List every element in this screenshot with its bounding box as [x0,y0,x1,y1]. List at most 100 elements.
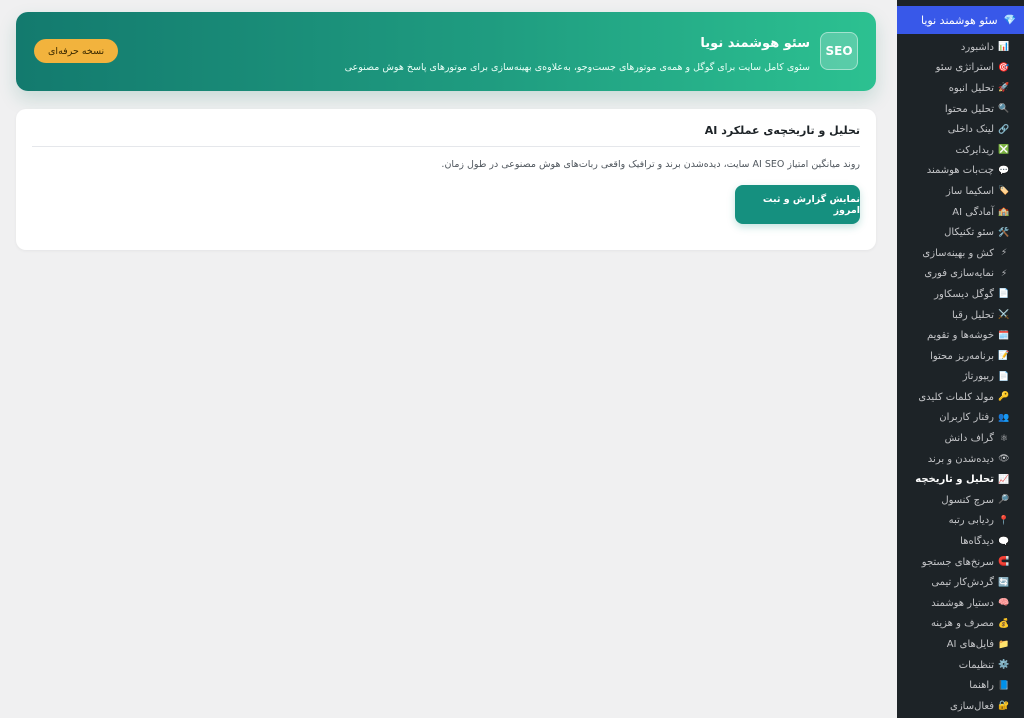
sidebar-item-label: استراتژی سئو [935,62,994,74]
sidebar-parent-menu[interactable]: 💎 سئو هوشمند نویا [897,6,1024,34]
sidebar-submenu: 📊 داشبورد 🎯 استراتژی سئو 🚀 تحلیل انبوه 🔍 تحلیل … [897,34,1024,717]
sidebar-item-icon: 📊 [998,42,1010,53]
sidebar-item[interactable]: 🗓️ خوشه‌ها و تقویم [897,325,1024,346]
sidebar-item[interactable]: 🎯 استراتژی سئو [897,58,1024,79]
sidebar-item-label: سرنخ‌های جستجو [921,556,994,568]
show-report-button[interactable]: نمایش گزارش و ثبت امروز [735,185,860,224]
sidebar-item-icon: 📄 [998,289,1010,300]
sidebar-item-label: فعال‌سازی [950,700,994,712]
sidebar-item[interactable]: 🛠️ سئو تکنیکال [897,222,1024,243]
sidebar-item[interactable]: 🔐 فعال‌سازی [897,696,1024,717]
sidebar-item[interactable]: 👥 رفتار کاربران [897,408,1024,429]
sidebar-item-icon: 📁 [998,639,1010,650]
sidebar-item-icon: 🚀 [998,83,1010,94]
sidebar-item[interactable]: ⚛ گراف دانش [897,428,1024,449]
sidebar-item-label: برنامه‌ریز محتوا [930,350,994,362]
sidebar-item-label: چت‌بات هوشمند [926,165,994,177]
sidebar-item-label: اسکیما ساز [946,185,994,197]
card-title: تحلیل و تاریخچه‌ی عملکرد AI [704,124,860,137]
sidebar-item-label: تنظیمات [958,659,994,671]
sidebar-item-label: تحلیل رقبا [952,309,994,321]
sidebar-item-icon: 🔗 [998,124,1010,135]
card-description: روند میانگین امتیاز AI SEO سایت، دیده‌شد… [441,159,860,170]
sidebar-item[interactable]: 🏫 آمادگی AI [897,202,1024,223]
sidebar-item-label: فایل‌های AI [946,639,994,651]
sidebar-item-icon: 🎯 [998,62,1010,73]
sidebar-item[interactable]: 👁 دیده‌شدن و برند [897,449,1024,470]
sidebar-item[interactable]: 🧠 دستیار هوشمند [897,593,1024,614]
plugin-header-banner: SEO سئو هوشمند نویا سئوی کامل سایت برای … [16,12,876,91]
sidebar-item[interactable]: 🔍 تحلیل محتوا [897,99,1024,120]
sidebar-item-icon: 🗓️ [998,330,1010,341]
sidebar-item-label: تحلیل و تاریخچه [915,474,994,486]
sidebar-item-icon: ⚛ [999,433,1009,444]
sidebar-item[interactable]: ⚡ کش و بهینه‌سازی [897,243,1024,264]
sidebar-item-icon: ⚔️ [998,310,1010,321]
sidebar-item-icon: 🔄 [998,577,1010,588]
sidebar-item-icon: 💬 [998,165,1010,176]
sidebar-item[interactable]: 📄 گوگل دیسکاور [897,284,1024,305]
sidebar-item[interactable]: ⚔️ تحلیل رقبا [897,305,1024,326]
sidebar-item-icon: ⚡ [1000,268,1008,279]
sidebar-item[interactable]: 🗨️ دیدگاه‌ها [897,531,1024,552]
sidebar-item-icon: 👥 [998,412,1010,423]
sidebar-item-icon: 🔎 [998,495,1010,506]
sidebar-item[interactable]: ⚙️ تنظیمات [897,655,1024,676]
sidebar-item-label: مصرف و هزینه [930,618,994,630]
main-content: SEO سئو هوشمند نویا سئوی کامل سایت برای … [0,0,897,718]
sidebar-item-label: آمادگی AI [952,206,994,218]
sidebar-item[interactable]: 🧲 سرنخ‌های جستجو [897,552,1024,573]
sidebar-item-label: راهنما [969,680,994,692]
sidebar-item[interactable]: 📊 داشبورد [897,37,1024,58]
sidebar-item[interactable]: 📁 فایل‌های AI [897,634,1024,655]
sidebar-item-icon: 💰 [998,618,1010,629]
sidebar-item-icon: 🧠 [998,598,1010,609]
sidebar-item[interactable]: 🔎 سرچ کنسول [897,490,1024,511]
sidebar-item-icon: ❎ [998,145,1010,156]
sidebar-item-label: نمایه‌سازی فوری [924,268,994,280]
sidebar-item-label: تحلیل محتوا [944,103,994,115]
sidebar-item[interactable]: 🔑 مولد کلمات کلیدی [897,387,1024,408]
sidebar-item-icon: 🗨️ [998,536,1010,547]
sidebar-item-icon: 📍 [998,515,1010,526]
sidebar-item[interactable]: 📘 راهنما [897,675,1024,696]
sidebar-item[interactable]: 🔄 گردش‌کار تیمی [897,572,1024,593]
sidebar-item[interactable]: 📄 ریپورتاژ [897,367,1024,388]
sidebar-item[interactable]: 📝 برنامه‌ریز محتوا [897,346,1024,367]
sidebar-item-icon: ⚙️ [998,660,1010,671]
sidebar-item-icon: ⚡ [1000,248,1008,259]
sidebar-item-label: کش و بهینه‌سازی [922,247,994,259]
sidebar-item-icon: 🛠️ [998,227,1010,238]
sidebar-item[interactable]: 📍 ردیابی رتبه [897,511,1024,532]
sidebar-item-label: دستیار هوشمند [931,597,994,609]
sidebar-item-icon: 🔑 [998,392,1010,403]
sidebar-item[interactable]: ❎ ریدایرکت [897,140,1024,161]
sidebar-item-label: گراف دانش [944,433,994,445]
sidebar-item[interactable]: 💬 چت‌بات هوشمند [897,161,1024,182]
sidebar-item-label: رفتار کاربران [939,412,994,424]
admin-sidebar: 💎 سئو هوشمند نویا 📊 داشبورد 🎯 استراتژی سئو 🚀… [897,0,1024,718]
sidebar-item[interactable]: 📈 تحلیل و تاریخچه [897,469,1024,490]
sidebar-item-icon: 🏷️ [998,186,1010,197]
sidebar-item-label: گردش‌کار تیمی [931,577,994,589]
sidebar-item[interactable]: ⚡ نمایه‌سازی فوری [897,264,1024,285]
sidebar-item-label: سرچ کنسول [941,494,994,506]
sidebar-item-label: ریدایرکت [955,144,994,156]
sidebar-item-icon: 🧲 [998,557,1010,568]
card-divider [32,146,860,147]
sidebar-item[interactable]: 🚀 تحلیل انبوه [897,78,1024,99]
sidebar-item-icon: 📈 [998,474,1010,485]
plugin-subtitle: سئوی کامل سایت برای گوگل و همه‌ی موتورها… [344,62,810,73]
sidebar-item-icon: 🔐 [998,701,1010,712]
sidebar-item-label: گوگل دیسکاور [934,288,994,300]
sidebar-item-label: لینک داخلی [947,124,994,136]
sidebar-item-label: ریپورتاژ [962,371,994,383]
sidebar-item-icon: 👁 [998,454,1010,465]
sidebar-item-icon: 🏫 [998,207,1010,218]
sidebar-item-label: دیدگاه‌ها [960,536,994,548]
sidebar-item[interactable]: 🔗 لینک داخلی [897,119,1024,140]
sidebar-item[interactable]: 💰 مصرف و هزینه [897,614,1024,635]
sidebar-item[interactable]: 🏷️ اسکیما ساز [897,181,1024,202]
pro-version-button[interactable]: نسخه حرفه‌ای [34,39,119,63]
sidebar-item-label: ردیابی رتبه [948,515,994,527]
